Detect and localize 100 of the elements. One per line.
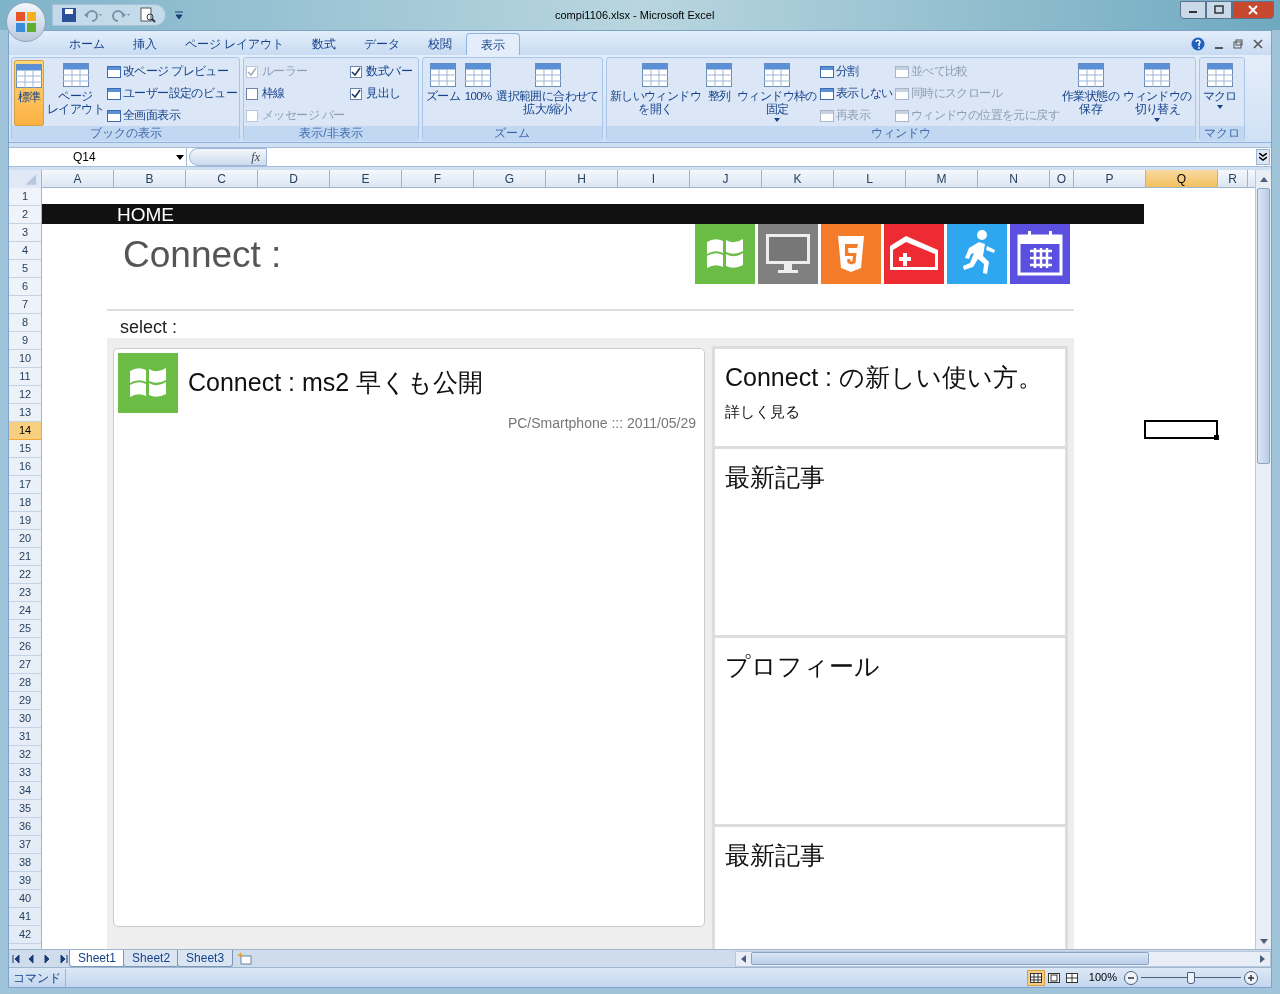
column-header[interactable]: R — [1218, 170, 1248, 187]
vertical-scrollbar[interactable] — [1255, 170, 1271, 949]
ribbon-button[interactable]: 整列 — [704, 60, 735, 126]
ribbon-button[interactable]: 分割 — [819, 62, 893, 82]
row-header[interactable]: 32 — [9, 746, 41, 764]
ribbon-button[interactable]: 選択範囲に合わせて 拡大/縮小 — [495, 60, 600, 126]
row-header[interactable]: 18 — [9, 494, 41, 512]
row-header[interactable]: 24 — [9, 602, 41, 620]
row-header[interactable]: 19 — [9, 512, 41, 530]
row-header[interactable]: 23 — [9, 584, 41, 602]
row-header[interactable]: 7 — [9, 296, 41, 314]
column-header[interactable]: E — [330, 170, 402, 187]
runner-tile-icon[interactable] — [947, 224, 1007, 284]
row-header[interactable]: 10 — [9, 350, 41, 368]
fill-handle[interactable] — [1214, 435, 1219, 440]
column-header[interactable]: F — [402, 170, 474, 187]
row-header[interactable]: 15 — [9, 440, 41, 458]
ribbon-button[interactable]: 表示しない — [819, 84, 893, 104]
ribbon-button[interactable]: マクロ — [1201, 60, 1238, 126]
row-header[interactable]: 16 — [9, 458, 41, 476]
ribbon-button[interactable]: 新しいウィンドウ を開く — [608, 60, 703, 126]
row-header[interactable]: 31 — [9, 728, 41, 746]
row-header[interactable]: 14 — [9, 422, 41, 440]
monitor-tile-icon[interactable] — [758, 224, 818, 284]
row-header[interactable]: 20 — [9, 530, 41, 548]
ribbon-button[interactable]: ユーザー設定のビュー — [107, 84, 238, 104]
selected-cell[interactable] — [1144, 420, 1218, 439]
close-button[interactable] — [1232, 1, 1274, 19]
ribbon-button[interactable]: ズーム — [425, 60, 462, 126]
ribbon-tab[interactable]: 表示 — [466, 33, 521, 55]
minimize-button[interactable] — [1180, 1, 1206, 19]
function-button[interactable]: fx — [189, 148, 267, 166]
row-header[interactable]: 12 — [9, 386, 41, 404]
row-header[interactable]: 33 — [9, 764, 41, 782]
post-title[interactable]: Connect : ms2 早くも公開 — [188, 364, 484, 402]
checkbox[interactable]: 枠線 — [246, 84, 349, 104]
column-header[interactable]: Q — [1146, 170, 1218, 187]
row-header[interactable]: 41 — [9, 908, 41, 926]
view-button[interactable] — [1026, 969, 1045, 986]
column-header[interactable]: D — [258, 170, 330, 187]
column-header[interactable]: N — [978, 170, 1050, 187]
expand-button[interactable] — [1256, 149, 1270, 165]
horizontal-scrollbar[interactable] — [735, 950, 1271, 967]
ribbon-button[interactable]: 全画面表示 — [107, 106, 238, 126]
ribbon-button[interactable]: 改ページ プレビュー — [107, 62, 238, 82]
column-header[interactable]: A — [42, 170, 114, 187]
row-header[interactable]: 4 — [9, 242, 41, 260]
row-header[interactable]: 29 — [9, 692, 41, 710]
row-header[interactable]: 28 — [9, 674, 41, 692]
calendar-tile-icon[interactable] — [1010, 224, 1070, 284]
column-header[interactable]: C — [186, 170, 258, 187]
row-header[interactable]: 35 — [9, 800, 41, 818]
sheet-tab[interactable]: Sheet3 — [177, 950, 234, 967]
column-header[interactable]: L — [834, 170, 906, 187]
column-header[interactable]: K — [762, 170, 834, 187]
row-header[interactable]: 3 — [9, 224, 41, 242]
checkbox[interactable]: 数式バー — [350, 62, 417, 82]
row-header[interactable]: 17 — [9, 476, 41, 494]
checkbox[interactable]: 見出し — [350, 84, 417, 104]
column-header[interactable]: O — [1050, 170, 1074, 187]
sheet-tab[interactable]: Sheet1 — [69, 950, 126, 967]
ribbon-button[interactable]: ページ レイアウト — [46, 60, 105, 126]
ribbon-tab[interactable]: データ — [350, 33, 415, 55]
scroll-thumb[interactable] — [751, 952, 1150, 965]
ribbon-button[interactable]: ウィンドウの 切り替え — [1122, 60, 1193, 126]
ribbon-button[interactable]: 100% — [463, 60, 494, 126]
row-header[interactable]: 25 — [9, 620, 41, 638]
scroll-thumb[interactable] — [1257, 188, 1270, 464]
row-header[interactable]: 34 — [9, 782, 41, 800]
more-link[interactable]: 詳しく見る — [725, 401, 1065, 424]
row-header[interactable]: 6 — [9, 278, 41, 296]
ribbon-tab[interactable]: ページ レイアウト — [171, 33, 299, 55]
row-header[interactable]: 26 — [9, 638, 41, 656]
column-header[interactable]: J — [690, 170, 762, 187]
row-header[interactable]: 22 — [9, 566, 41, 584]
row-header[interactable]: 5 — [9, 260, 41, 278]
name-box[interactable]: Q14 — [9, 148, 187, 166]
row-header[interactable]: 2 — [9, 206, 41, 224]
row-header[interactable]: 8 — [9, 314, 41, 332]
ribbon-tab[interactable]: 挿入 — [119, 33, 171, 55]
slider-thumb[interactable] — [1187, 971, 1195, 984]
row-header[interactable]: 37 — [9, 836, 41, 854]
row-header[interactable]: 11 — [9, 368, 41, 386]
row-header[interactable]: 30 — [9, 710, 41, 728]
row-header[interactable]: 1 — [9, 188, 41, 206]
html5-tile-icon[interactable] — [821, 224, 881, 284]
sheet-tab[interactable]: Sheet2 — [123, 950, 180, 967]
row-header[interactable]: 40 — [9, 890, 41, 908]
windows-tile-icon[interactable] — [695, 224, 755, 284]
zoom-slider[interactable] — [1141, 969, 1241, 986]
ribbon-tab[interactable]: 校閲 — [414, 33, 467, 55]
column-header[interactable]: I — [618, 170, 690, 187]
office-button[interactable] — [6, 2, 46, 42]
column-header[interactable]: M — [906, 170, 978, 187]
ribbon-tab[interactable]: ホーム — [55, 33, 119, 55]
row-header[interactable]: 9 — [9, 332, 41, 350]
row-header[interactable]: 21 — [9, 548, 41, 566]
column-header[interactable]: G — [474, 170, 546, 187]
ribbon-tab[interactable]: 数式 — [298, 33, 351, 55]
row-header[interactable]: 27 — [9, 656, 41, 674]
